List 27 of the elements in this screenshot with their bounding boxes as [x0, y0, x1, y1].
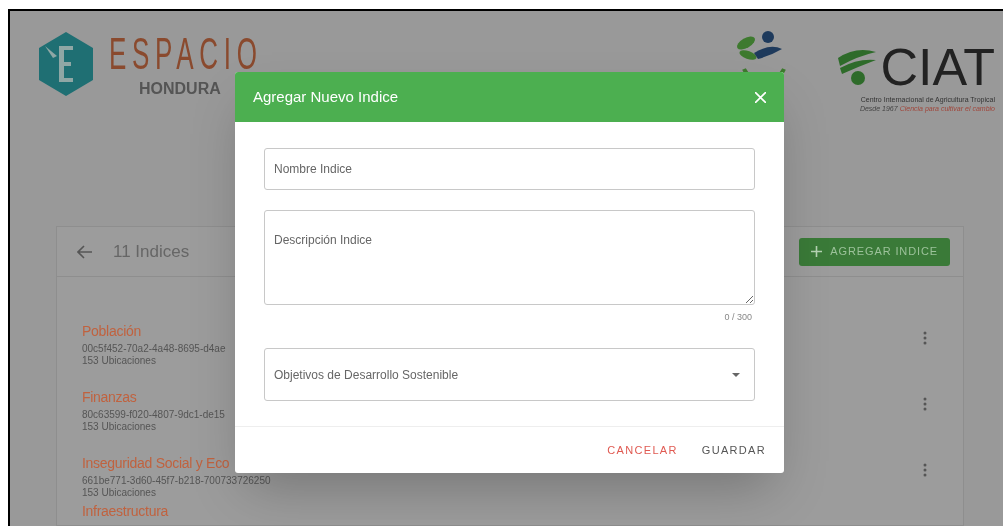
more-options-icon[interactable]: [923, 463, 927, 477]
dialog-title: Agregar Nuevo Indice: [253, 86, 399, 107]
plus-icon: [811, 246, 823, 257]
location-count: 153 Ubicaciones: [82, 355, 157, 367]
back-arrow-icon[interactable]: [77, 244, 93, 259]
index-id: 661be771-3d60-45f7-b218-700733726250: [82, 475, 271, 487]
logo-wordmark: CIAT: [880, 41, 995, 93]
index-name[interactable]: Población: [82, 321, 226, 341]
cancel-button[interactable]: CANCELAR: [597, 435, 688, 465]
description-text-area[interactable]: Descripción Indice: [264, 210, 755, 305]
save-button[interactable]: GUARDAR: [691, 435, 776, 465]
location-count: 153 Ubicaciones: [82, 487, 157, 499]
hexagon-logo-icon: [39, 32, 93, 96]
logo-wordmark: ESPACIO: [109, 28, 263, 80]
character-counter: 0 / 300: [724, 311, 752, 324]
add-index-button[interactable]: AGREGAR INDICE: [799, 237, 950, 266]
name-input-field[interactable]: Nombre Indice: [264, 148, 755, 190]
index-id: 80c63599-f020-4807-9dc1-de15: [82, 409, 225, 421]
dropdown-caret-icon: [732, 372, 740, 377]
index-name[interactable]: Finanzas: [82, 387, 225, 407]
more-options-icon[interactable]: [923, 397, 927, 411]
more-options-icon[interactable]: [923, 331, 927, 345]
goals-dropdown[interactable]: Objetivos de Desarrollo Sostenible: [264, 348, 755, 401]
location-count: 153 Ubicaciones: [82, 421, 157, 433]
index-id: 00c5f452-70a2-4a48-8695-d4ae: [82, 343, 226, 355]
close-icon[interactable]: [755, 91, 766, 103]
index-name[interactable]: Infraestructura: [82, 501, 169, 521]
